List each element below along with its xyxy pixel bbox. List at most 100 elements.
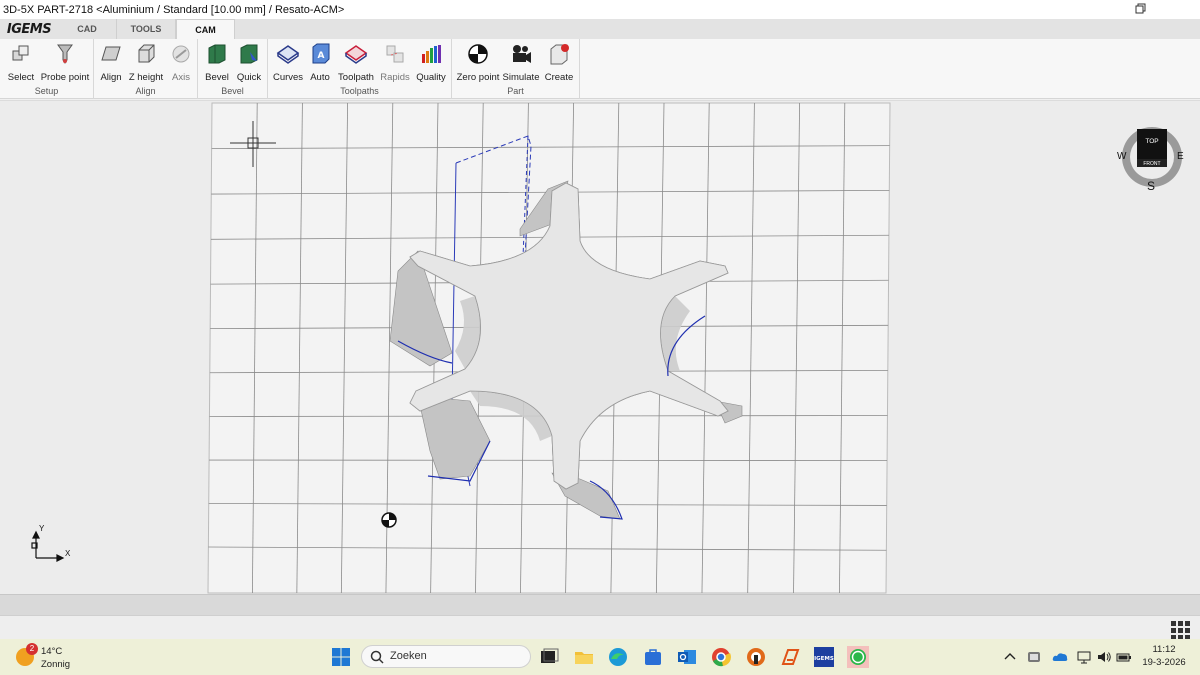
toolpaths-group-label: Toolpaths <box>340 86 379 96</box>
auto-icon: A <box>312 43 330 64</box>
network-icon[interactable] <box>1076 650 1092 664</box>
align-button[interactable]: Align <box>98 41 124 83</box>
status-bar <box>0 594 1200 615</box>
align-label: Align <box>100 72 122 83</box>
viewcube-front-label[interactable]: FRONT <box>1143 161 1160 167</box>
igems-logo: IGEMS <box>6 21 52 37</box>
select-icon <box>12 45 29 61</box>
axis-y-label: Y <box>39 524 45 533</box>
windows-start-icon[interactable] <box>331 647 351 667</box>
windows-taskbar: 2 14°C Zonnig Zoeken IGEMS 11:12 19-3-20… <box>0 639 1200 675</box>
quality-label: Quality <box>416 72 446 83</box>
z-height-icon <box>138 44 155 63</box>
outlook-icon[interactable] <box>676 646 698 668</box>
system-clock[interactable]: 11:12 19-3-2026 <box>1140 643 1188 669</box>
edge-browser-icon[interactable] <box>607 646 629 668</box>
probe-icon <box>57 44 73 64</box>
search-placeholder: Zoeken <box>390 650 427 662</box>
probe-point-button[interactable]: Probe point <box>40 41 90 83</box>
microsoft-store-icon[interactable] <box>642 646 664 668</box>
toolpath-button[interactable]: Toolpath <box>336 41 376 83</box>
title-bar: 3D-5X PART-2718 <Aluminium / Standard [1… <box>0 0 1200 19</box>
toolpath-icon <box>344 45 368 64</box>
igems-window: 3D-5X PART-2718 <Aluminium / Standard [1… <box>0 0 1200 675</box>
app-orange-icon[interactable] <box>779 646 801 668</box>
compass-east-label: E <box>1177 151 1184 162</box>
tray-app-icon[interactable] <box>1026 650 1042 664</box>
bevel-group-label: Bevel <box>221 86 244 96</box>
volume-icon[interactable] <box>1096 650 1112 664</box>
quick-bevel-button[interactable]: Quick <box>234 41 264 83</box>
curves-button[interactable]: Curves <box>272 41 304 83</box>
weather-widget[interactable]: 2 14°C Zonnig <box>14 642 104 672</box>
ribbon-group-align: Align Z height Axis Align <box>94 39 198 99</box>
zero-point-icon <box>468 44 488 64</box>
axis-x-label: X <box>65 549 71 558</box>
align-icon <box>101 46 121 61</box>
ribbon-group-part: Zero point Simulate Create Part <box>452 39 580 99</box>
rapids-label: Rapids <box>380 72 410 83</box>
whatsapp-icon[interactable] <box>847 646 869 668</box>
tab-tools[interactable]: TOOLS <box>117 19 176 39</box>
setup-group-label: Setup <box>34 86 59 96</box>
chrome-icon[interactable] <box>710 646 732 668</box>
rapids-button[interactable]: Rapids <box>378 41 412 83</box>
clock-date: 19-3-2026 <box>1142 657 1186 668</box>
svg-text:A: A <box>318 51 325 61</box>
battery-icon[interactable] <box>1116 650 1132 664</box>
ribbon-group-setup: Select Probe point Setup <box>0 39 94 99</box>
compass-south-label: S <box>1147 179 1155 193</box>
quick-bevel-icon <box>240 44 258 64</box>
notification-badge: 2 <box>26 643 38 655</box>
bevel-button[interactable]: Bevel <box>202 41 232 83</box>
quick-label: Quick <box>236 72 262 83</box>
cad-viewport[interactable]: Y X TOP FRONT W E S <box>0 100 1200 594</box>
file-explorer-icon[interactable] <box>573 646 595 668</box>
igems-taskbar-icon[interactable]: IGEMS <box>813 646 835 668</box>
create-button[interactable]: Create <box>542 41 576 83</box>
auto-button[interactable]: A Auto <box>306 41 334 83</box>
zero-point-marker <box>381 512 397 528</box>
simulate-icon <box>513 45 531 63</box>
search-icon <box>370 650 384 664</box>
axis-button[interactable]: Axis <box>168 41 194 83</box>
viewcube-top-label[interactable]: TOP <box>1145 138 1158 145</box>
select-label: Select <box>7 72 35 83</box>
simulate-button[interactable]: Simulate <box>502 41 540 83</box>
compass-west-label: W <box>1117 151 1127 162</box>
viewport-scene: Y X TOP FRONT W E S <box>31 102 1184 594</box>
app-circle-icon[interactable] <box>745 646 767 668</box>
select-button[interactable]: Select <box>6 41 36 83</box>
tab-cam[interactable]: CAM <box>176 19 235 39</box>
align-group-label: Align <box>135 86 156 96</box>
part-group-label: Part <box>507 86 524 96</box>
clock-time: 11:12 <box>1152 644 1176 655</box>
tab-cad[interactable]: CAD <box>58 19 117 39</box>
ribbon-tab-row: IGEMS CAD TOOLS CAM <box>0 19 1200 39</box>
task-view-icon[interactable] <box>538 646 560 668</box>
rapids-icon <box>386 45 404 63</box>
chevron-up-icon[interactable] <box>1002 650 1018 664</box>
apps-grid-icon[interactable] <box>1170 620 1190 640</box>
onedrive-icon[interactable] <box>1052 650 1068 664</box>
axis-label: Axis <box>172 72 190 83</box>
restore-window-icon[interactable] <box>1134 2 1148 16</box>
create-label: Create <box>544 72 574 83</box>
bottom-panel-bar <box>0 615 1200 640</box>
z-height-button[interactable]: Z height <box>128 41 164 83</box>
quality-button[interactable]: Quality <box>414 41 448 83</box>
curves-icon <box>276 45 300 64</box>
zero-point-button[interactable]: Zero point <box>456 41 500 83</box>
bevel-icon <box>208 44 226 64</box>
probe-point-label: Probe point <box>40 72 90 83</box>
axis-triad <box>31 530 65 562</box>
quality-icon <box>422 45 441 63</box>
bevel-label: Bevel <box>205 72 229 83</box>
ribbon-group-toolpaths: Curves A Auto Toolpath Rapids Quality To… <box>268 39 452 99</box>
toolpath-label: Toolpath <box>338 72 374 83</box>
zero-point-label: Zero point <box>456 72 500 83</box>
ribbon-group-bevel: Bevel Quick Bevel <box>198 39 268 99</box>
view-cube[interactable] <box>1122 127 1182 187</box>
taskbar-search-box[interactable]: Zoeken <box>361 645 531 668</box>
weather-temperature: 14°C <box>41 646 63 657</box>
